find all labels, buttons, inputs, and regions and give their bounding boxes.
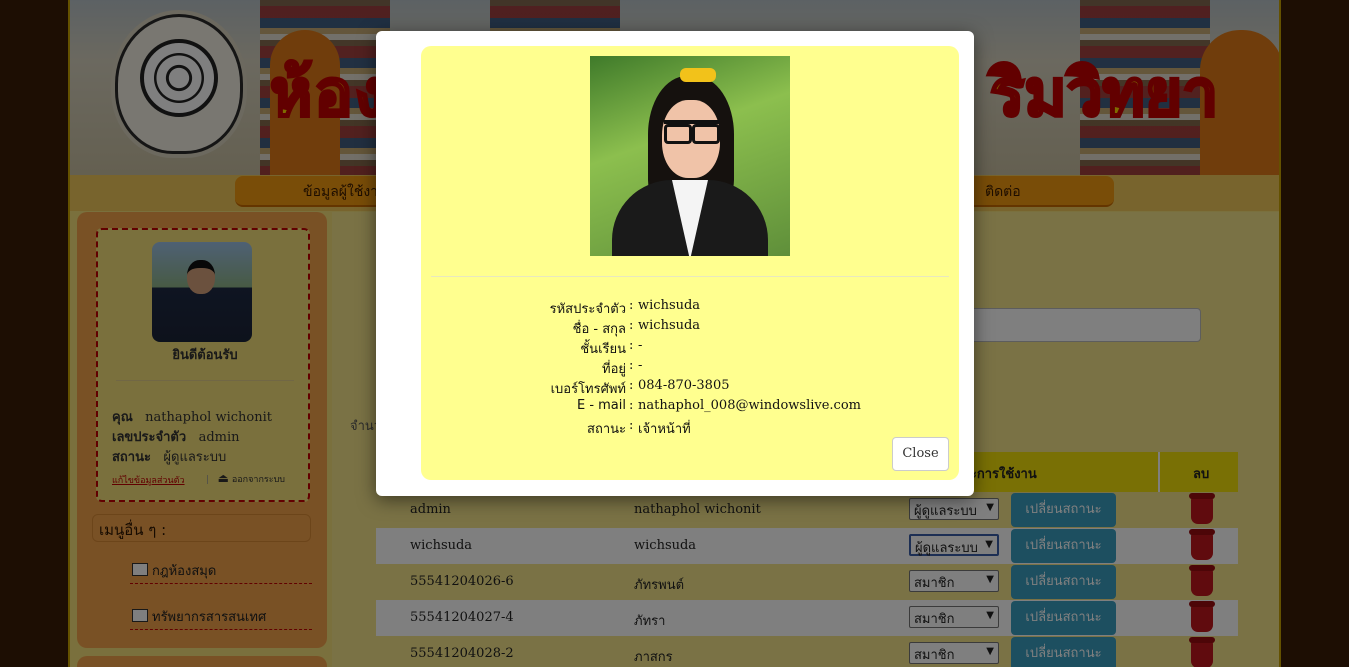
field-separator: : — [629, 318, 634, 333]
user-photo — [590, 56, 790, 256]
field-row-id: รหัสประจำตัว : wichsuda — [421, 298, 959, 318]
field-value: - — [638, 358, 643, 373]
field-row-class: ชั้นเรียน : - — [421, 338, 959, 358]
field-row-email: E - mail : nathaphol_008@windowslive.com — [421, 398, 959, 418]
field-row-name: ชื่อ - สกุล : wichsuda — [421, 318, 959, 338]
field-label: E - mail — [576, 398, 626, 413]
field-value: - — [638, 338, 643, 353]
field-separator: : — [629, 378, 634, 393]
modal-body: รหัสประจำตัว : wichsuda ชื่อ - สกุล : wi… — [421, 46, 959, 480]
field-label: ชื่อ - สกุล — [572, 322, 626, 337]
field-value: เจ้าหน้าที่ — [638, 422, 691, 437]
field-label: ที่อยู่ — [602, 362, 626, 377]
field-separator: : — [629, 418, 634, 433]
user-detail-modal: รหัสประจำตัว : wichsuda ชื่อ - สกุล : wi… — [376, 31, 974, 496]
field-value: wichsuda — [638, 318, 701, 333]
field-label: สถานะ — [587, 422, 626, 437]
field-row-status: สถานะ : เจ้าหน้าที่ — [421, 418, 959, 438]
field-separator: : — [629, 358, 634, 373]
field-label: ชั้นเรียน — [580, 342, 626, 357]
field-label: รหัสประจำตัว — [549, 302, 626, 317]
field-separator: : — [629, 298, 634, 313]
field-value: nathaphol_008@windowslive.com — [638, 398, 861, 413]
modal-divider — [431, 276, 949, 277]
field-row-phone: เบอร์โทรศัพท์ : 084-870-3805 — [421, 378, 959, 398]
close-button[interactable]: Close — [892, 437, 949, 471]
field-row-address: ที่อยู่ : - — [421, 358, 959, 378]
field-label: เบอร์โทรศัพท์ — [550, 382, 626, 397]
field-separator: : — [629, 338, 634, 353]
field-value: wichsuda — [638, 298, 701, 313]
field-separator: : — [629, 398, 634, 413]
field-value: 084-870-3805 — [638, 378, 730, 393]
